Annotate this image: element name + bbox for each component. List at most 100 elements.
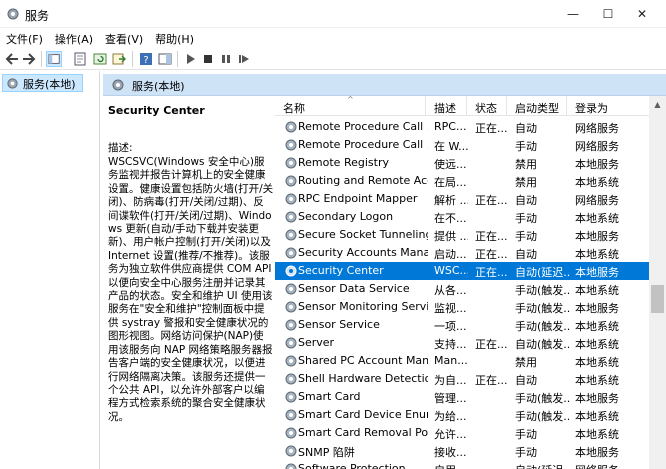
table-row[interactable]: Smart Card Device Enum... 为给... 手动(触发... 本地… [275, 406, 649, 424]
service-status-cell: 正在... [475, 338, 507, 351]
service-startup-type-cell: 手动 [515, 212, 537, 225]
gear-icon [284, 300, 298, 314]
gear-icon [284, 354, 298, 368]
service-name-cell: Shared PC Account Mana... [298, 354, 428, 367]
column-header-description[interactable]: 描述 [426, 96, 467, 116]
service-status-cell: 正在... [475, 266, 507, 279]
service-description-cell: RPC... [434, 120, 467, 133]
service-description-cell: Man... [434, 354, 468, 367]
table-row[interactable]: Remote Registry 使远... 禁用 本地服务 [275, 154, 649, 172]
column-header-status[interactable]: 状态 [467, 96, 507, 116]
service-startup-type-cell: 手动 [515, 140, 537, 153]
column-header-log-on-as[interactable]: 登录为 [567, 96, 649, 116]
table-row[interactable]: Shared PC Account Mana... Man... 禁用 本地系统 [275, 352, 649, 370]
description-label: 描述: [108, 142, 133, 154]
service-name-cell: Server [298, 336, 335, 349]
restart-icon[interactable] [236, 51, 252, 67]
service-name-cell: Sensor Data Service [298, 282, 410, 295]
table-row[interactable]: Remote Procedure Call ... 在 W... 手动 网络服务 [275, 136, 649, 154]
service-startup-type-cell: 自动 [515, 194, 537, 207]
minimize-button[interactable]: — [556, 0, 590, 28]
back-arrow-icon[interactable] [4, 51, 20, 67]
service-startup-type-cell: 手动(触发... [515, 320, 571, 333]
table-row[interactable]: Routing and Remote Acc... 在局... 禁用 本地系统 [275, 172, 649, 190]
table-row[interactable]: Smart Card 管理... 手动(触发... 本地服务 [275, 388, 649, 406]
service-log-on-as-cell: 网络服务 [575, 140, 619, 153]
vertical-scrollbar[interactable]: ▲ [649, 96, 666, 469]
stop-icon[interactable] [200, 51, 216, 67]
column-header-name[interactable]: 名称 [275, 96, 426, 116]
table-row[interactable]: Security Accounts Manag... 启动... 正在... 自动 本地… [275, 244, 649, 262]
service-name-cell: RPC Endpoint Mapper [298, 192, 418, 205]
forward-arrow-icon[interactable] [21, 51, 37, 67]
table-row[interactable]: SNMP 陷阱 接收... 手动 本地服务 [275, 442, 649, 460]
pause-icon[interactable] [218, 51, 234, 67]
table-row[interactable]: Shell Hardware Detection 为自... 正在... 自动 本地系统 [275, 370, 649, 388]
gear-icon [7, 8, 19, 20]
service-startup-type-cell: 禁用 [515, 158, 537, 171]
table-row[interactable]: RPC Endpoint Mapper 解析 ... 正在... 自动 网络服务 [275, 190, 649, 208]
toolbar-separator [132, 51, 133, 67]
table-row[interactable]: Server 支持... 正在... 自动(触发... 本地系统 [275, 334, 649, 352]
scrollbar-thumb[interactable] [651, 285, 664, 313]
show-pane-icon[interactable] [157, 51, 173, 67]
table-row[interactable]: Security Center WSC... 正在... 自动(延迟... 本地服务 [275, 262, 649, 280]
toolbar-separator [41, 51, 42, 67]
refresh-icon[interactable] [92, 51, 108, 67]
service-log-on-as-cell: 本地系统 [575, 320, 619, 333]
gear-icon [284, 372, 298, 386]
gear-icon [284, 120, 298, 134]
description-text: WSCSVC(Windows 安全中心)服务监视并报告计算机上的安全健康设置。健… [108, 156, 274, 423]
service-description-cell: 使远... [434, 158, 467, 171]
menu-file[interactable]: 文件(F) [6, 28, 49, 48]
menu-help[interactable]: 帮助(H) [155, 28, 200, 48]
gear-icon [284, 282, 298, 296]
scroll-up-arrow-icon[interactable]: ▲ [649, 96, 666, 113]
export-list-icon[interactable] [111, 51, 127, 67]
column-header-startup-type[interactable]: 启动类型 [507, 96, 567, 116]
console-tree-icon[interactable] [46, 51, 62, 67]
service-startup-type-cell: 自动 [515, 248, 537, 261]
close-button[interactable]: ✕ [625, 0, 659, 28]
console-tree: 服务(本地) [0, 71, 100, 469]
service-status-cell: 正在... [475, 374, 507, 387]
menu-view[interactable]: 查看(V) [105, 28, 149, 48]
service-startup-type-cell: 禁用 [515, 176, 537, 189]
play-icon[interactable] [182, 51, 198, 67]
properties-icon[interactable] [72, 51, 88, 67]
service-name-cell: Sensor Monitoring Service [298, 300, 428, 313]
gear-icon [284, 264, 298, 278]
service-startup-type-cell: 手动 [515, 428, 537, 441]
table-row[interactable]: Smart Card Removal Poli... 允许... 手动 本地系统 [275, 424, 649, 442]
table-row[interactable]: Sensor Data Service 从各... 手动(触发... 本地系统 [275, 280, 649, 298]
service-log-on-as-cell: 本地系统 [575, 338, 619, 351]
menu-action[interactable]: 操作(A) [55, 28, 99, 48]
service-startup-type-cell: 自动(触发... [515, 338, 571, 351]
service-log-on-as-cell: 本地服务 [575, 446, 619, 459]
service-status-cell: 正在... [475, 248, 507, 261]
table-row[interactable]: Sensor Service 一项... 手动(触发... 本地系统 [275, 316, 649, 334]
gear-icon [112, 79, 124, 91]
service-startup-type-cell: 禁用 [515, 356, 537, 369]
table-row[interactable]: Secure Socket Tunneling ... 提供 ... 正在... 手动… [275, 226, 649, 244]
service-log-on-as-cell: 本地系统 [575, 428, 619, 441]
table-row[interactable]: Remote Procedure Call ... RPC... 正在... 自动 网络… [275, 118, 649, 136]
maximize-button[interactable]: ☐ [591, 0, 625, 28]
service-description-cell: 接收... [434, 446, 467, 459]
table-row[interactable]: Secondary Logon 在不... 手动 本地系统 [275, 208, 649, 226]
service-description-cell: 支持... [434, 338, 467, 351]
gear-icon [284, 174, 298, 188]
gear-icon [284, 138, 298, 152]
pane-header: 服务(本地) [103, 74, 666, 96]
service-log-on-as-cell: 本地系统 [575, 356, 619, 369]
tree-item-services-local[interactable]: 服务(本地) [2, 74, 83, 92]
table-row[interactable]: Software Protection 启用... 自动(延迟... 网络服务 [275, 460, 649, 469]
service-log-on-as-cell: 本地系统 [575, 284, 619, 297]
table-row[interactable]: Sensor Monitoring Service 监视... 手动(触发... 本地… [275, 298, 649, 316]
help-icon[interactable]: ? [138, 51, 154, 67]
service-description-cell: 为给... [434, 410, 467, 423]
service-description-cell: 允许... [434, 428, 467, 441]
service-name-cell: Sensor Service [298, 318, 380, 331]
title-bar: 服务 — ☐ ✕ [0, 0, 666, 28]
service-log-on-as-cell: 本地服务 [575, 230, 619, 243]
